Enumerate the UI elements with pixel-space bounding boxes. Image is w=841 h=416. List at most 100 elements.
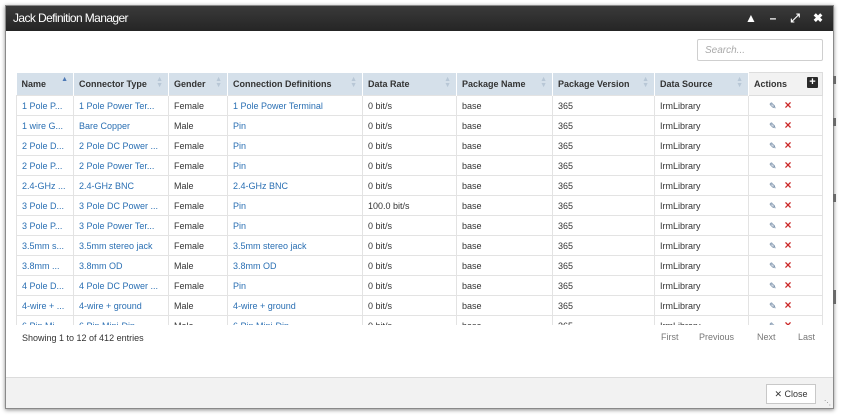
- column-header-package-name[interactable]: Package Name ▲ ▼: [456, 72, 553, 96]
- cell-connector-type[interactable]: 6 Pin Mini-Din: [73, 315, 169, 325]
- cell-actions: ✎×: [748, 215, 823, 236]
- cell-connector-type[interactable]: 1 Pole Power Ter...: [73, 95, 169, 116]
- pagination-last[interactable]: Last: [798, 332, 815, 342]
- table-row[interactable]: 1 Pole P... 1 Pole Power Ter... Female 1…: [16, 95, 823, 116]
- table-row[interactable]: 4-wire + ... 4-wire + ground Male 4-wire…: [16, 295, 823, 316]
- table-row[interactable]: 3.8mm ... 3.8mm OD Male 3.8mm OD 0 bit/s…: [16, 255, 823, 276]
- cell-name[interactable]: 3 Pole P...: [16, 215, 74, 236]
- cell-name[interactable]: 1 wire G...: [16, 115, 74, 136]
- cell-connection-definitions[interactable]: 3.5mm stereo jack: [227, 235, 363, 256]
- cell-name[interactable]: 2 Pole P...: [16, 155, 74, 176]
- add-icon[interactable]: +: [807, 77, 818, 88]
- table-row[interactable]: 2 Pole D... 2 Pole DC Power ... Female P…: [16, 135, 823, 156]
- cell-data-source: IrmLibrary: [654, 135, 749, 156]
- cell-connector-type[interactable]: 3.8mm OD: [73, 255, 169, 276]
- delete-icon[interactable]: ×: [785, 99, 792, 111]
- delete-icon[interactable]: ×: [785, 119, 792, 131]
- title-bar[interactable]: Jack Definition Manager ▲ – ⤢ ✖: [6, 6, 833, 31]
- close-button[interactable]: ✕ Close: [766, 384, 816, 404]
- column-header-connection-definitions[interactable]: Connection Definitions ▲ ▼: [227, 72, 363, 96]
- edit-icon[interactable]: ✎: [769, 321, 777, 326]
- cell-connector-type[interactable]: 4 Pole DC Power ...: [73, 275, 169, 296]
- cell-connection-definitions[interactable]: 1 Pole Power Terminal: [227, 95, 363, 116]
- delete-icon[interactable]: ×: [785, 159, 792, 171]
- delete-icon[interactable]: ×: [785, 219, 792, 231]
- cell-name[interactable]: 3.5mm s...: [16, 235, 74, 256]
- edit-icon[interactable]: ✎: [769, 261, 777, 272]
- table-row[interactable]: 3.5mm s... 3.5mm stereo jack Female 3.5m…: [16, 235, 823, 256]
- close-icon[interactable]: ✖: [809, 9, 827, 27]
- delete-icon[interactable]: ×: [785, 259, 792, 271]
- cell-name[interactable]: 6 Pin Mi...: [16, 315, 74, 325]
- minimize-icon[interactable]: –: [764, 9, 782, 27]
- cell-name[interactable]: 4 Pole D...: [16, 275, 74, 296]
- table-row[interactable]: 1 wire G... Bare Copper Male Pin 0 bit/s…: [16, 115, 823, 136]
- edit-icon[interactable]: ✎: [769, 201, 777, 212]
- column-header-data-source[interactable]: Data Source ▲ ▼: [654, 72, 749, 96]
- pagination-previous[interactable]: Previous: [699, 332, 734, 342]
- expand-icon[interactable]: ⤢: [786, 9, 804, 27]
- edit-icon[interactable]: ✎: [769, 161, 777, 172]
- table-row[interactable]: 2.4-GHz ... 2.4-GHz BNC Male 2.4-GHz BNC…: [16, 175, 823, 196]
- cell-gender: Male: [168, 295, 228, 316]
- cell-package-name: base: [456, 255, 553, 276]
- resize-grip-icon[interactable]: ⋱: [824, 399, 831, 407]
- edit-icon[interactable]: ✎: [769, 281, 777, 292]
- cell-connector-type[interactable]: 3.5mm stereo jack: [73, 235, 169, 256]
- table-row[interactable]: 2 Pole P... 2 Pole Power Ter... Female P…: [16, 155, 823, 176]
- cell-connector-type[interactable]: Bare Copper: [73, 115, 169, 136]
- cell-name[interactable]: 1 Pole P...: [16, 95, 74, 116]
- pagination-next[interactable]: Next: [757, 332, 776, 342]
- delete-icon[interactable]: ×: [785, 199, 792, 211]
- cell-name[interactable]: 3.8mm ...: [16, 255, 74, 276]
- delete-icon[interactable]: ×: [785, 279, 792, 291]
- cell-name[interactable]: 3 Pole D...: [16, 195, 74, 216]
- column-header-package-version[interactable]: Package Version ▲ ▼: [552, 72, 655, 96]
- cell-name[interactable]: 2 Pole D...: [16, 135, 74, 156]
- cell-connector-type[interactable]: 4-wire + ground: [73, 295, 169, 316]
- column-header-name[interactable]: Name ▲: [16, 72, 74, 96]
- delete-icon[interactable]: ×: [785, 139, 792, 151]
- table-row[interactable]: 3 Pole D... 3 Pole DC Power ... Female P…: [16, 195, 823, 216]
- cell-connection-definitions[interactable]: Pin: [227, 195, 363, 216]
- cell-connector-type[interactable]: 2 Pole DC Power ...: [73, 135, 169, 156]
- cell-connection-definitions[interactable]: Pin: [227, 215, 363, 236]
- cell-connector-type[interactable]: 2.4-GHz BNC: [73, 175, 169, 196]
- edit-icon[interactable]: ✎: [769, 301, 777, 312]
- edit-icon[interactable]: ✎: [769, 221, 777, 232]
- cell-connection-definitions[interactable]: 3.8mm OD: [227, 255, 363, 276]
- column-header-gender[interactable]: Gender ▲ ▼: [168, 72, 228, 96]
- cell-connection-definitions[interactable]: Pin: [227, 135, 363, 156]
- cell-connector-type[interactable]: 2 Pole Power Ter...: [73, 155, 169, 176]
- delete-icon[interactable]: ×: [785, 179, 792, 191]
- cell-connection-definitions[interactable]: 4-wire + ground: [227, 295, 363, 316]
- cell-connection-definitions[interactable]: 6 Pin Mini-Din: [227, 315, 363, 325]
- cell-connection-definitions[interactable]: Pin: [227, 155, 363, 176]
- delete-icon[interactable]: ×: [785, 319, 792, 326]
- cell-name[interactable]: 2.4-GHz ...: [16, 175, 74, 196]
- edit-icon[interactable]: ✎: [769, 141, 777, 152]
- delete-icon[interactable]: ×: [785, 239, 792, 251]
- header-label: Package Version: [558, 78, 630, 89]
- table-row[interactable]: 4 Pole D... 4 Pole DC Power ... Female P…: [16, 275, 823, 296]
- chevron-up-icon[interactable]: ▲: [742, 9, 760, 27]
- pagination-first[interactable]: First: [661, 332, 679, 342]
- column-header-connector-type[interactable]: Connector Type ▲ ▼: [73, 72, 169, 96]
- search-input[interactable]: [697, 39, 823, 61]
- cell-name[interactable]: 4-wire + ...: [16, 295, 74, 316]
- table-row[interactable]: 3 Pole P... 3 Pole Power Ter... Female P…: [16, 215, 823, 236]
- cell-connector-type[interactable]: 3 Pole DC Power ...: [73, 195, 169, 216]
- edit-icon[interactable]: ✎: [769, 101, 777, 112]
- edit-icon[interactable]: ✎: [769, 241, 777, 252]
- cell-connection-definitions[interactable]: 2.4-GHz BNC: [227, 175, 363, 196]
- column-header-data-rate[interactable]: Data Rate ▲ ▼: [362, 72, 457, 96]
- delete-icon[interactable]: ×: [785, 299, 792, 311]
- edit-icon[interactable]: ✎: [769, 181, 777, 192]
- cell-gender: Female: [168, 215, 228, 236]
- table-row[interactable]: 6 Pin Mi... 6 Pin Mini-Din Male 6 Pin Mi…: [16, 315, 823, 326]
- cell-connection-definitions[interactable]: Pin: [227, 275, 363, 296]
- cell-gender: Female: [168, 275, 228, 296]
- edit-icon[interactable]: ✎: [769, 121, 777, 132]
- cell-connector-type[interactable]: 3 Pole Power Ter...: [73, 215, 169, 236]
- cell-connection-definitions[interactable]: Pin: [227, 115, 363, 136]
